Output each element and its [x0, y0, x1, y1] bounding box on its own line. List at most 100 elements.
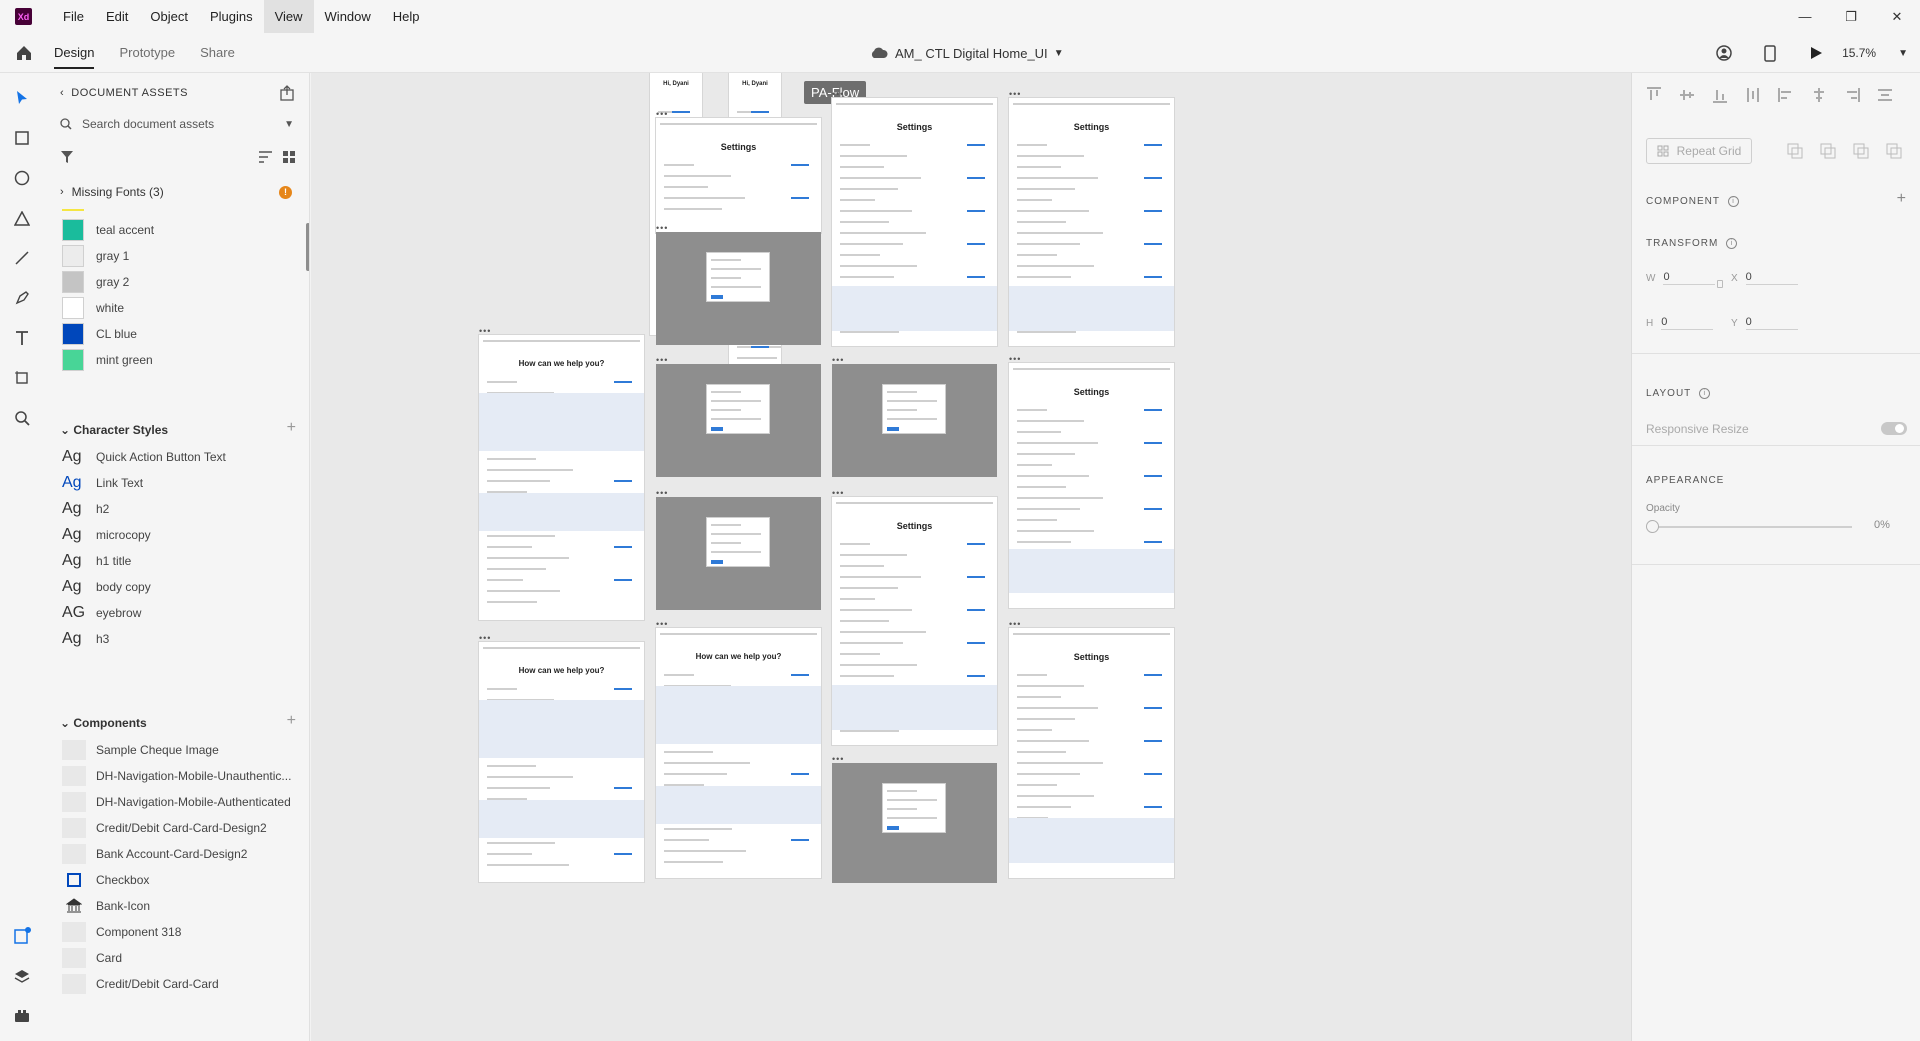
- character-style-row[interactable]: Ag h1 title: [62, 548, 131, 574]
- align-middle-icon[interactable]: [1679, 87, 1695, 103]
- grid-view-icon[interactable]: [282, 150, 296, 164]
- component-row[interactable]: DH-Navigation-Mobile-Authenticated: [62, 789, 291, 815]
- artboard-tool-icon[interactable]: [12, 368, 32, 388]
- sort-icon[interactable]: [258, 150, 273, 164]
- menu-window[interactable]: Window: [314, 0, 382, 33]
- color-swatch-row[interactable]: gray 2: [62, 269, 129, 295]
- polygon-tool-icon[interactable]: [12, 208, 32, 228]
- plugins-icon[interactable]: [12, 1006, 32, 1026]
- artboard[interactable]: How can we help you?: [656, 628, 821, 878]
- align-bottom-icon[interactable]: [1712, 87, 1728, 103]
- filter-icon[interactable]: [60, 150, 74, 164]
- component-row[interactable]: Component 318: [62, 919, 181, 945]
- menu-help[interactable]: Help: [382, 0, 431, 33]
- add-icon[interactable]: +: [287, 419, 296, 437]
- rectangle-tool-icon[interactable]: [12, 128, 32, 148]
- opacity-slider-handle[interactable]: [1646, 520, 1659, 533]
- lock-icon[interactable]: [1717, 280, 1723, 288]
- component-row[interactable]: Credit/Debit Card-Card-Design2: [62, 815, 267, 841]
- align-left-icon[interactable]: [1778, 87, 1794, 103]
- component-row[interactable]: Bank Account-Card-Design2: [62, 841, 247, 867]
- character-style-row[interactable]: Ag Quick Action Button Text: [62, 444, 226, 470]
- assets-header[interactable]: ‹ DOCUMENT ASSETS: [60, 87, 188, 99]
- info-icon[interactable]: i: [1728, 196, 1739, 207]
- character-styles-header[interactable]: ⌄ Character Styles +: [60, 419, 296, 437]
- artboard[interactable]: Settings: [832, 98, 997, 346]
- menu-plugins[interactable]: Plugins: [199, 0, 264, 33]
- y-value[interactable]: 0: [1745, 316, 1798, 330]
- tab-prototype[interactable]: Prototype: [119, 33, 175, 73]
- select-tool-icon[interactable]: [12, 88, 32, 108]
- color-swatch-row[interactable]: teal accent: [62, 217, 154, 243]
- artboard-modal-overlay[interactable]: [656, 232, 821, 345]
- align-top-icon[interactable]: [1646, 87, 1662, 103]
- component-row[interactable]: Bank-Icon: [62, 893, 150, 919]
- boolean-subtract-icon[interactable]: [1820, 143, 1836, 159]
- align-right-icon[interactable]: [1844, 87, 1860, 103]
- add-icon[interactable]: +: [287, 712, 296, 730]
- artboard-modal-overlay[interactable]: [832, 763, 997, 883]
- artboard[interactable]: Settings: [1009, 98, 1174, 346]
- component-row[interactable]: Sample Cheque Image: [62, 737, 219, 763]
- user-icon[interactable]: [1714, 43, 1734, 63]
- design-canvas[interactable]: PA-Flow •••Hi, Dyani•••Hi, Dyani•••Hi, D…: [311, 73, 1631, 1041]
- boolean-add-icon[interactable]: [1787, 143, 1803, 159]
- search-assets[interactable]: Search document assets ▼: [60, 113, 294, 135]
- assets-panel-icon[interactable]: [12, 926, 32, 946]
- document-title[interactable]: AM_ CTL Digital Home_UI ▼: [870, 33, 1064, 73]
- components-header[interactable]: ⌄ Components +: [60, 712, 296, 730]
- tab-share[interactable]: Share: [200, 33, 235, 73]
- missing-fonts-row[interactable]: › Missing Fonts (3) !: [60, 185, 300, 199]
- x-value[interactable]: 0: [1745, 271, 1798, 285]
- component-row[interactable]: Card: [62, 945, 122, 971]
- info-icon[interactable]: i: [1699, 388, 1711, 399]
- assets-scrollbar[interactable]: [306, 223, 309, 271]
- responsive-resize-toggle[interactable]: [1881, 422, 1907, 435]
- character-style-row[interactable]: Ag body copy: [62, 574, 151, 600]
- play-icon[interactable]: [1806, 43, 1826, 63]
- menu-file[interactable]: File: [52, 0, 95, 33]
- zoom-level[interactable]: 15.7%: [1842, 46, 1876, 60]
- boolean-exclude-icon[interactable]: [1886, 143, 1902, 159]
- color-swatch-row[interactable]: white: [62, 295, 124, 321]
- artboard[interactable]: Settings: [832, 497, 997, 745]
- height-field[interactable]: H0: [1646, 316, 1714, 330]
- color-swatch-row[interactable]: gray 1: [62, 243, 129, 269]
- zoom-tool-icon[interactable]: [12, 408, 32, 428]
- line-tool-icon[interactable]: [12, 248, 32, 268]
- character-style-row[interactable]: Ag h3: [62, 626, 109, 652]
- width-field[interactable]: W0: [1646, 271, 1716, 285]
- chevron-down-icon[interactable]: ▼: [284, 119, 294, 130]
- export-icon[interactable]: [279, 85, 295, 101]
- color-swatch-row[interactable]: CL blue: [62, 321, 137, 347]
- artboard[interactable]: Settings: [656, 118, 821, 233]
- mobile-preview-icon[interactable]: [1760, 43, 1780, 63]
- minimize-icon[interactable]: —: [1782, 0, 1828, 33]
- opacity-value[interactable]: 0%: [1874, 519, 1890, 531]
- menu-edit[interactable]: Edit: [95, 0, 139, 33]
- artboard-modal-overlay[interactable]: [656, 364, 821, 477]
- character-style-row[interactable]: Ag microcopy: [62, 522, 151, 548]
- distribute-horizontal-icon[interactable]: [1877, 87, 1893, 103]
- tab-design[interactable]: Design: [54, 33, 95, 73]
- character-style-row[interactable]: Ag Link Text: [62, 470, 143, 496]
- artboard[interactable]: Settings: [1009, 363, 1174, 608]
- chevron-down-icon[interactable]: ▼: [1898, 48, 1908, 59]
- add-component-icon[interactable]: +: [1897, 190, 1906, 208]
- align-center-icon[interactable]: [1811, 87, 1827, 103]
- repeat-grid-button[interactable]: Repeat Grid: [1646, 138, 1752, 164]
- artboard[interactable]: How can we help you?: [479, 642, 644, 882]
- character-style-row[interactable]: AG eyebrow: [62, 600, 141, 626]
- component-row[interactable]: Checkbox: [62, 867, 149, 893]
- layers-icon[interactable]: [12, 966, 32, 986]
- menu-object[interactable]: Object: [139, 0, 199, 33]
- artboard-modal-overlay[interactable]: [656, 497, 821, 610]
- boolean-intersect-icon[interactable]: [1853, 143, 1869, 159]
- close-icon[interactable]: ✕: [1874, 0, 1920, 33]
- height-value[interactable]: 0: [1661, 316, 1714, 330]
- menu-view[interactable]: View: [263, 0, 314, 33]
- info-icon[interactable]: i: [1726, 238, 1738, 249]
- component-row[interactable]: Credit/Debit Card-Card: [62, 971, 219, 997]
- ellipse-tool-icon[interactable]: [12, 168, 32, 188]
- artboard[interactable]: How can we help you?: [479, 335, 644, 620]
